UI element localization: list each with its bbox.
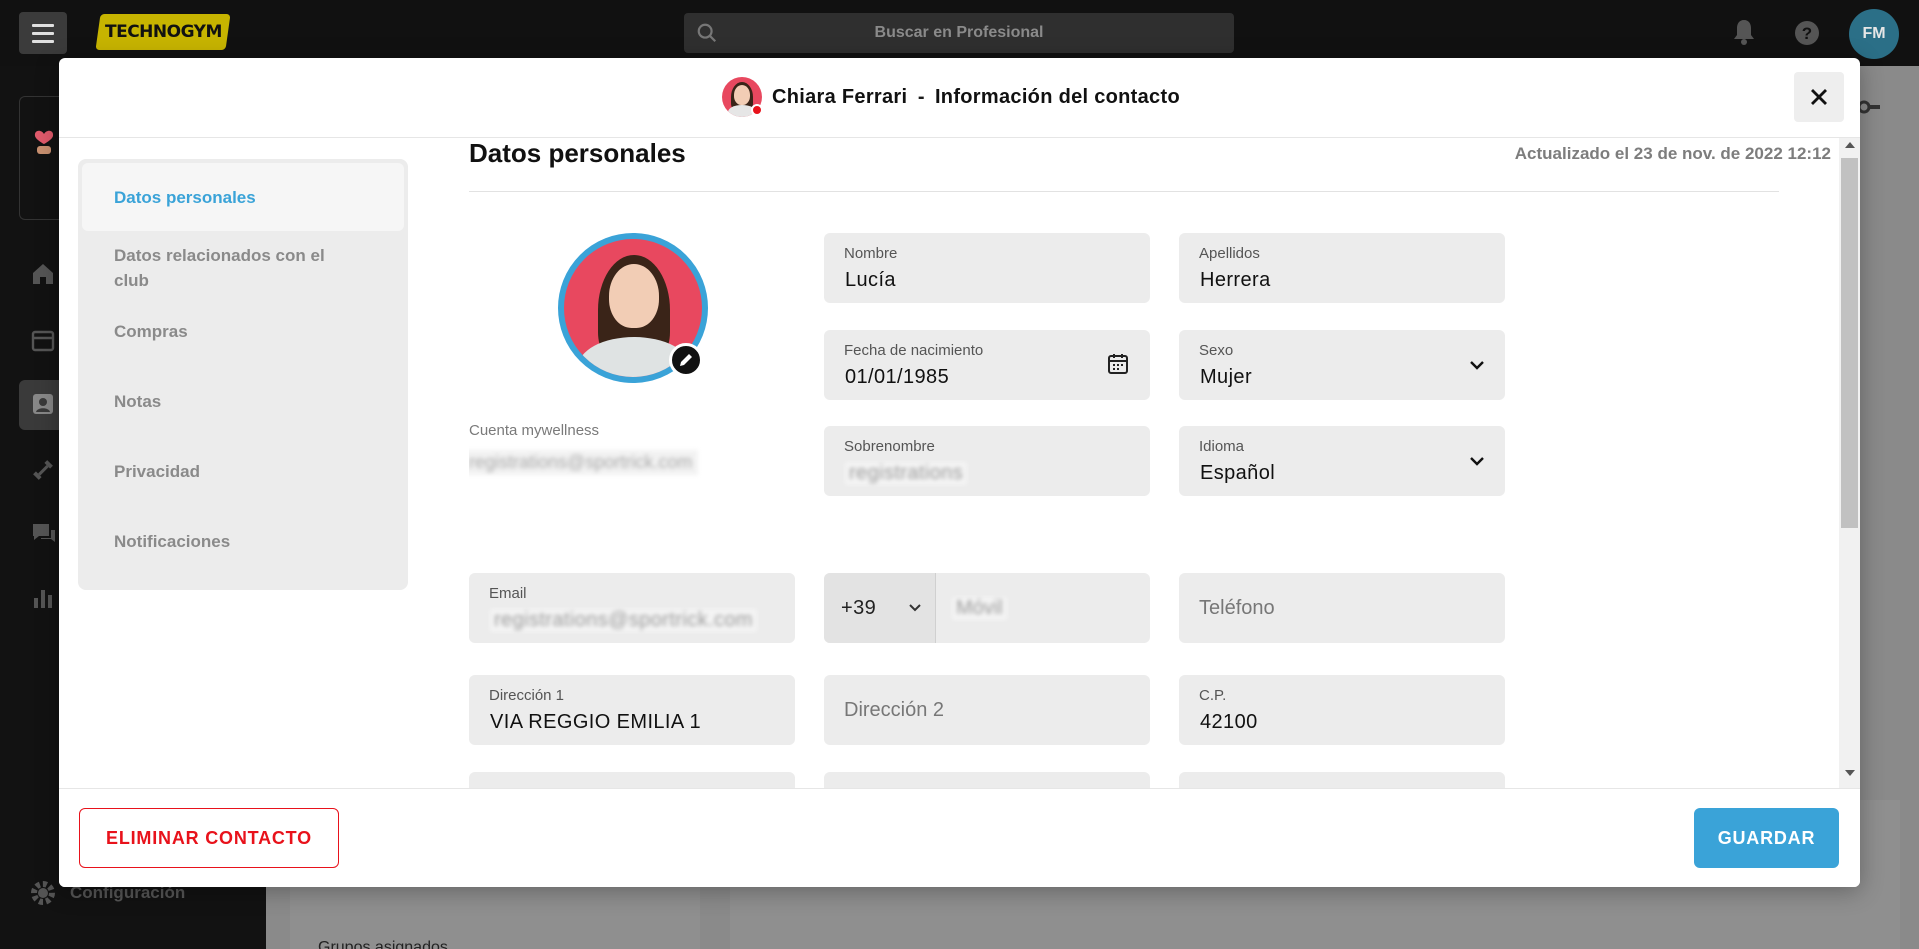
home-icon[interactable] xyxy=(31,262,55,286)
modal-footer: ELIMINAR CONTACTO GUARDAR xyxy=(59,788,1860,887)
sobrenombre-value: registrations xyxy=(845,462,968,485)
cp-value: 42100 xyxy=(1200,711,1258,733)
save-button[interactable]: GUARDAR xyxy=(1694,808,1839,868)
user-avatar[interactable]: FM xyxy=(1849,9,1899,59)
fecha-label: Fecha de nacimiento xyxy=(844,342,984,359)
nav-datos-club[interactable]: Datos relacionados con el club xyxy=(82,243,352,293)
gear-icon xyxy=(31,881,55,905)
movil-placeholder: Móvil xyxy=(952,597,1007,620)
personal-data-content: Datos personales Actualizado el 23 de no… xyxy=(469,58,1839,788)
email-label: Email xyxy=(489,585,527,602)
telefono-placeholder: Teléfono xyxy=(1199,597,1275,619)
pais-field[interactable] xyxy=(1179,772,1505,788)
section-divider xyxy=(469,191,1779,192)
key-icon[interactable] xyxy=(1858,100,1880,114)
menu-icon[interactable] xyxy=(19,12,67,54)
ciudad-field[interactable] xyxy=(469,772,795,788)
chevron-down-icon xyxy=(909,604,921,612)
mywellness-label: Cuenta mywellness xyxy=(469,422,600,439)
nombre-value: Lucía xyxy=(845,269,896,291)
help-icon[interactable]: ? xyxy=(1794,20,1820,46)
calendar-icon[interactable] xyxy=(31,328,55,352)
search-placeholder: Buscar en Profesional xyxy=(874,24,1044,41)
nav-datos-personales[interactable]: Datos personales xyxy=(82,163,404,231)
groups-label: Grupos asignados xyxy=(318,939,448,949)
chevron-down-icon xyxy=(1470,457,1484,466)
delete-contact-button[interactable]: ELIMINAR CONTACTO xyxy=(79,808,339,868)
fecha-nacimiento-field[interactable]: Fecha de nacimiento 01/01/1985 xyxy=(824,330,1150,400)
phone-prefix-select[interactable]: +39 xyxy=(824,573,936,643)
sexo-label: Sexo xyxy=(1199,342,1234,359)
contact-info-modal: Chiara Ferrari - Información del contact… xyxy=(59,58,1860,887)
sexo-value: Mujer xyxy=(1200,366,1253,388)
direccion2-placeholder: Dirección 2 xyxy=(844,699,945,721)
dumbbell-icon[interactable] xyxy=(31,458,55,482)
email-field[interactable]: Email registrations@sportrick.com xyxy=(469,573,795,643)
apellidos-value: Herrera xyxy=(1200,269,1271,291)
heart-hand-icon xyxy=(34,130,54,154)
nombre-label: Nombre xyxy=(844,245,898,262)
global-search[interactable]: Buscar en Profesional xyxy=(684,13,1234,53)
phone-prefix-value: +39 xyxy=(841,597,877,619)
sobrenombre-label: Sobrenombre xyxy=(844,438,935,455)
mywellness-value: registrations@sportrick.com xyxy=(469,450,699,475)
scroll-down-arrow[interactable] xyxy=(1845,770,1855,776)
nav-privacidad[interactable]: Privacidad xyxy=(82,459,404,484)
stats-icon[interactable] xyxy=(31,586,55,610)
sobrenombre-field[interactable]: Sobrenombre registrations xyxy=(824,426,1150,496)
direccion1-label: Dirección 1 xyxy=(489,687,565,704)
idioma-label: Idioma xyxy=(1199,438,1245,455)
pencil-icon xyxy=(680,354,692,366)
club-card[interactable] xyxy=(19,96,59,220)
contact-nav: Datos personales Datos relacionados con … xyxy=(78,159,408,590)
modal-scrollbar[interactable] xyxy=(1839,138,1860,788)
svg-text:?: ? xyxy=(1802,24,1812,43)
calendar-icon[interactable] xyxy=(1106,352,1130,376)
movil-field[interactable]: +39 Móvil xyxy=(824,573,1150,643)
cp-field[interactable]: C.P. 42100 xyxy=(1179,675,1505,745)
provincia-field[interactable] xyxy=(824,772,1150,788)
scroll-thumb[interactable] xyxy=(1841,158,1858,528)
apellidos-field[interactable]: Apellidos Herrera xyxy=(1179,233,1505,303)
section-title: Datos personales xyxy=(469,138,686,168)
chevron-down-icon xyxy=(1470,361,1484,370)
idioma-select[interactable]: Idioma Español xyxy=(1179,426,1505,496)
direccion1-value: VIA REGGIO EMILIA 1 xyxy=(490,711,702,733)
cp-label: C.P. xyxy=(1199,687,1227,704)
nombre-field[interactable]: Nombre Lucía xyxy=(824,233,1150,303)
sexo-select[interactable]: Sexo Mujer xyxy=(1179,330,1505,400)
nav-notificaciones[interactable]: Notificaciones xyxy=(82,529,404,554)
direccion2-field[interactable]: Dirección 2 xyxy=(824,675,1150,745)
fecha-value: 01/01/1985 xyxy=(845,366,950,388)
nav-compras[interactable]: Compras xyxy=(82,319,404,344)
apellidos-label: Apellidos xyxy=(1199,245,1260,262)
top-bar: TECHNOGYM Buscar en Profesional ? FM xyxy=(0,0,1919,66)
idioma-value: Español xyxy=(1200,462,1276,484)
email-value: registrations@sportrick.com xyxy=(490,609,757,632)
chat-icon[interactable] xyxy=(31,522,57,546)
contacts-icon[interactable] xyxy=(31,392,55,416)
scroll-up-arrow[interactable] xyxy=(1845,142,1855,148)
direccion1-field[interactable]: Dirección 1 VIA REGGIO EMILIA 1 xyxy=(469,675,795,745)
bell-icon[interactable] xyxy=(1732,18,1756,46)
edit-photo-button[interactable] xyxy=(669,343,703,377)
nav-notas[interactable]: Notas xyxy=(82,389,404,414)
telefono-field[interactable]: Teléfono xyxy=(1179,573,1505,643)
technogym-logo[interactable]: TECHNOGYM xyxy=(95,14,231,50)
updated-timestamp: Actualizado el 23 de nov. de 2022 12:12 xyxy=(1514,144,1831,163)
